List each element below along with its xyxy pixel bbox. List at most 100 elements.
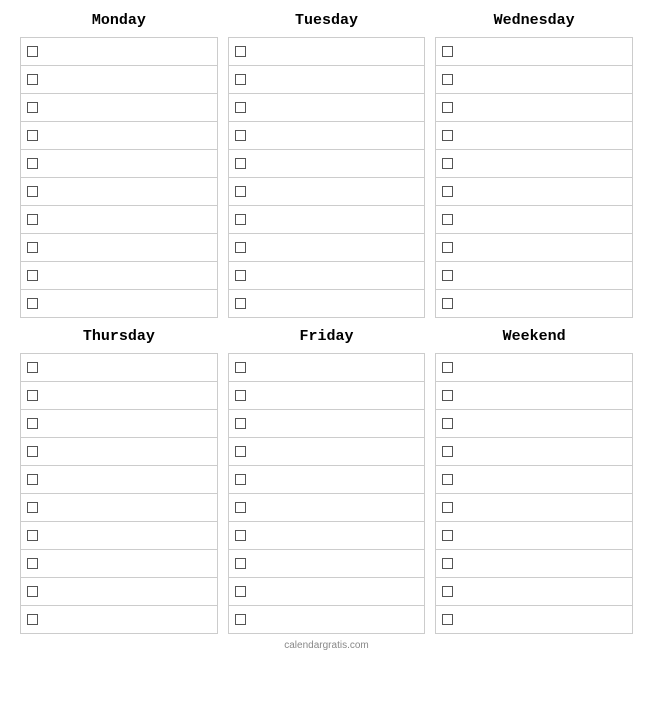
day-header: Thursday bbox=[20, 318, 218, 353]
checkbox-icon[interactable] bbox=[442, 46, 453, 57]
task-row bbox=[21, 38, 217, 66]
task-row bbox=[436, 66, 632, 94]
checkbox-icon[interactable] bbox=[235, 446, 246, 457]
checkbox-icon[interactable] bbox=[27, 586, 38, 597]
checkbox-icon[interactable] bbox=[27, 418, 38, 429]
checkbox-icon[interactable] bbox=[442, 242, 453, 253]
checkbox-icon[interactable] bbox=[27, 242, 38, 253]
checkbox-icon[interactable] bbox=[235, 242, 246, 253]
checkbox-icon[interactable] bbox=[442, 270, 453, 281]
task-row bbox=[229, 66, 425, 94]
checkbox-icon[interactable] bbox=[235, 614, 246, 625]
checkbox-icon[interactable] bbox=[442, 530, 453, 541]
checkbox-icon[interactable] bbox=[235, 102, 246, 113]
checkbox-icon[interactable] bbox=[235, 298, 246, 309]
checkbox-icon[interactable] bbox=[235, 74, 246, 85]
checkbox-icon[interactable] bbox=[442, 502, 453, 513]
checkbox-icon[interactable] bbox=[235, 362, 246, 373]
checkbox-icon[interactable] bbox=[235, 418, 246, 429]
checkbox-icon[interactable] bbox=[442, 158, 453, 169]
task-row bbox=[21, 234, 217, 262]
checkbox-icon[interactable] bbox=[235, 186, 246, 197]
checkbox-icon[interactable] bbox=[442, 102, 453, 113]
task-row bbox=[229, 206, 425, 234]
task-row bbox=[21, 494, 217, 522]
task-row bbox=[21, 438, 217, 466]
planner-grid: Monday Tuesday Wed bbox=[20, 6, 633, 634]
checkbox-icon[interactable] bbox=[27, 446, 38, 457]
checkbox-icon[interactable] bbox=[235, 270, 246, 281]
checkbox-icon[interactable] bbox=[235, 502, 246, 513]
day-column-weekend: Weekend bbox=[435, 318, 633, 634]
task-row bbox=[436, 550, 632, 578]
task-row bbox=[229, 38, 425, 66]
checkbox-icon[interactable] bbox=[235, 558, 246, 569]
checkbox-icon[interactable] bbox=[442, 614, 453, 625]
task-row bbox=[229, 382, 425, 410]
checkbox-icon[interactable] bbox=[235, 46, 246, 57]
checkbox-icon[interactable] bbox=[235, 530, 246, 541]
checkbox-icon[interactable] bbox=[27, 130, 38, 141]
task-row bbox=[229, 354, 425, 382]
task-list bbox=[435, 37, 633, 318]
checkbox-icon[interactable] bbox=[442, 446, 453, 457]
checkbox-icon[interactable] bbox=[442, 586, 453, 597]
checkbox-icon[interactable] bbox=[27, 102, 38, 113]
checkbox-icon[interactable] bbox=[442, 390, 453, 401]
checkbox-icon[interactable] bbox=[27, 214, 38, 225]
task-row bbox=[21, 382, 217, 410]
checkbox-icon[interactable] bbox=[27, 558, 38, 569]
checkbox-icon[interactable] bbox=[442, 74, 453, 85]
task-row bbox=[229, 262, 425, 290]
checkbox-icon[interactable] bbox=[442, 298, 453, 309]
checkbox-icon[interactable] bbox=[235, 214, 246, 225]
task-row bbox=[229, 410, 425, 438]
checkbox-icon[interactable] bbox=[27, 186, 38, 197]
checkbox-icon[interactable] bbox=[235, 390, 246, 401]
checkbox-icon[interactable] bbox=[442, 362, 453, 373]
task-list bbox=[228, 353, 426, 634]
checkbox-icon[interactable] bbox=[27, 474, 38, 485]
checkbox-icon[interactable] bbox=[442, 474, 453, 485]
task-list bbox=[228, 37, 426, 318]
task-row bbox=[21, 466, 217, 494]
checkbox-icon[interactable] bbox=[235, 158, 246, 169]
checkbox-icon[interactable] bbox=[27, 158, 38, 169]
task-row bbox=[436, 522, 632, 550]
checkbox-icon[interactable] bbox=[442, 186, 453, 197]
task-row bbox=[229, 122, 425, 150]
task-row bbox=[229, 606, 425, 634]
checkbox-icon[interactable] bbox=[27, 46, 38, 57]
day-column-tuesday: Tuesday bbox=[228, 6, 426, 318]
checkbox-icon[interactable] bbox=[27, 270, 38, 281]
task-row bbox=[436, 438, 632, 466]
checkbox-icon[interactable] bbox=[235, 474, 246, 485]
checkbox-icon[interactable] bbox=[235, 130, 246, 141]
task-row bbox=[229, 290, 425, 318]
checkbox-icon[interactable] bbox=[27, 74, 38, 85]
checkbox-icon[interactable] bbox=[442, 558, 453, 569]
day-header: Monday bbox=[20, 6, 218, 37]
task-row bbox=[436, 410, 632, 438]
checkbox-icon[interactable] bbox=[442, 418, 453, 429]
checkbox-icon[interactable] bbox=[27, 298, 38, 309]
checkbox-icon[interactable] bbox=[27, 390, 38, 401]
task-row bbox=[229, 178, 425, 206]
task-list bbox=[20, 353, 218, 634]
checkbox-icon[interactable] bbox=[442, 130, 453, 141]
task-row bbox=[229, 550, 425, 578]
checkbox-icon[interactable] bbox=[27, 362, 38, 373]
task-row bbox=[21, 262, 217, 290]
checkbox-icon[interactable] bbox=[27, 530, 38, 541]
task-row bbox=[21, 550, 217, 578]
checkbox-icon[interactable] bbox=[27, 502, 38, 513]
checkbox-icon[interactable] bbox=[235, 586, 246, 597]
day-column-thursday: Thursday bbox=[20, 318, 218, 634]
task-row bbox=[436, 94, 632, 122]
day-header: Friday bbox=[228, 318, 426, 353]
task-row bbox=[436, 290, 632, 318]
checkbox-icon[interactable] bbox=[27, 614, 38, 625]
task-row bbox=[21, 122, 217, 150]
checkbox-icon[interactable] bbox=[442, 214, 453, 225]
task-row bbox=[229, 234, 425, 262]
